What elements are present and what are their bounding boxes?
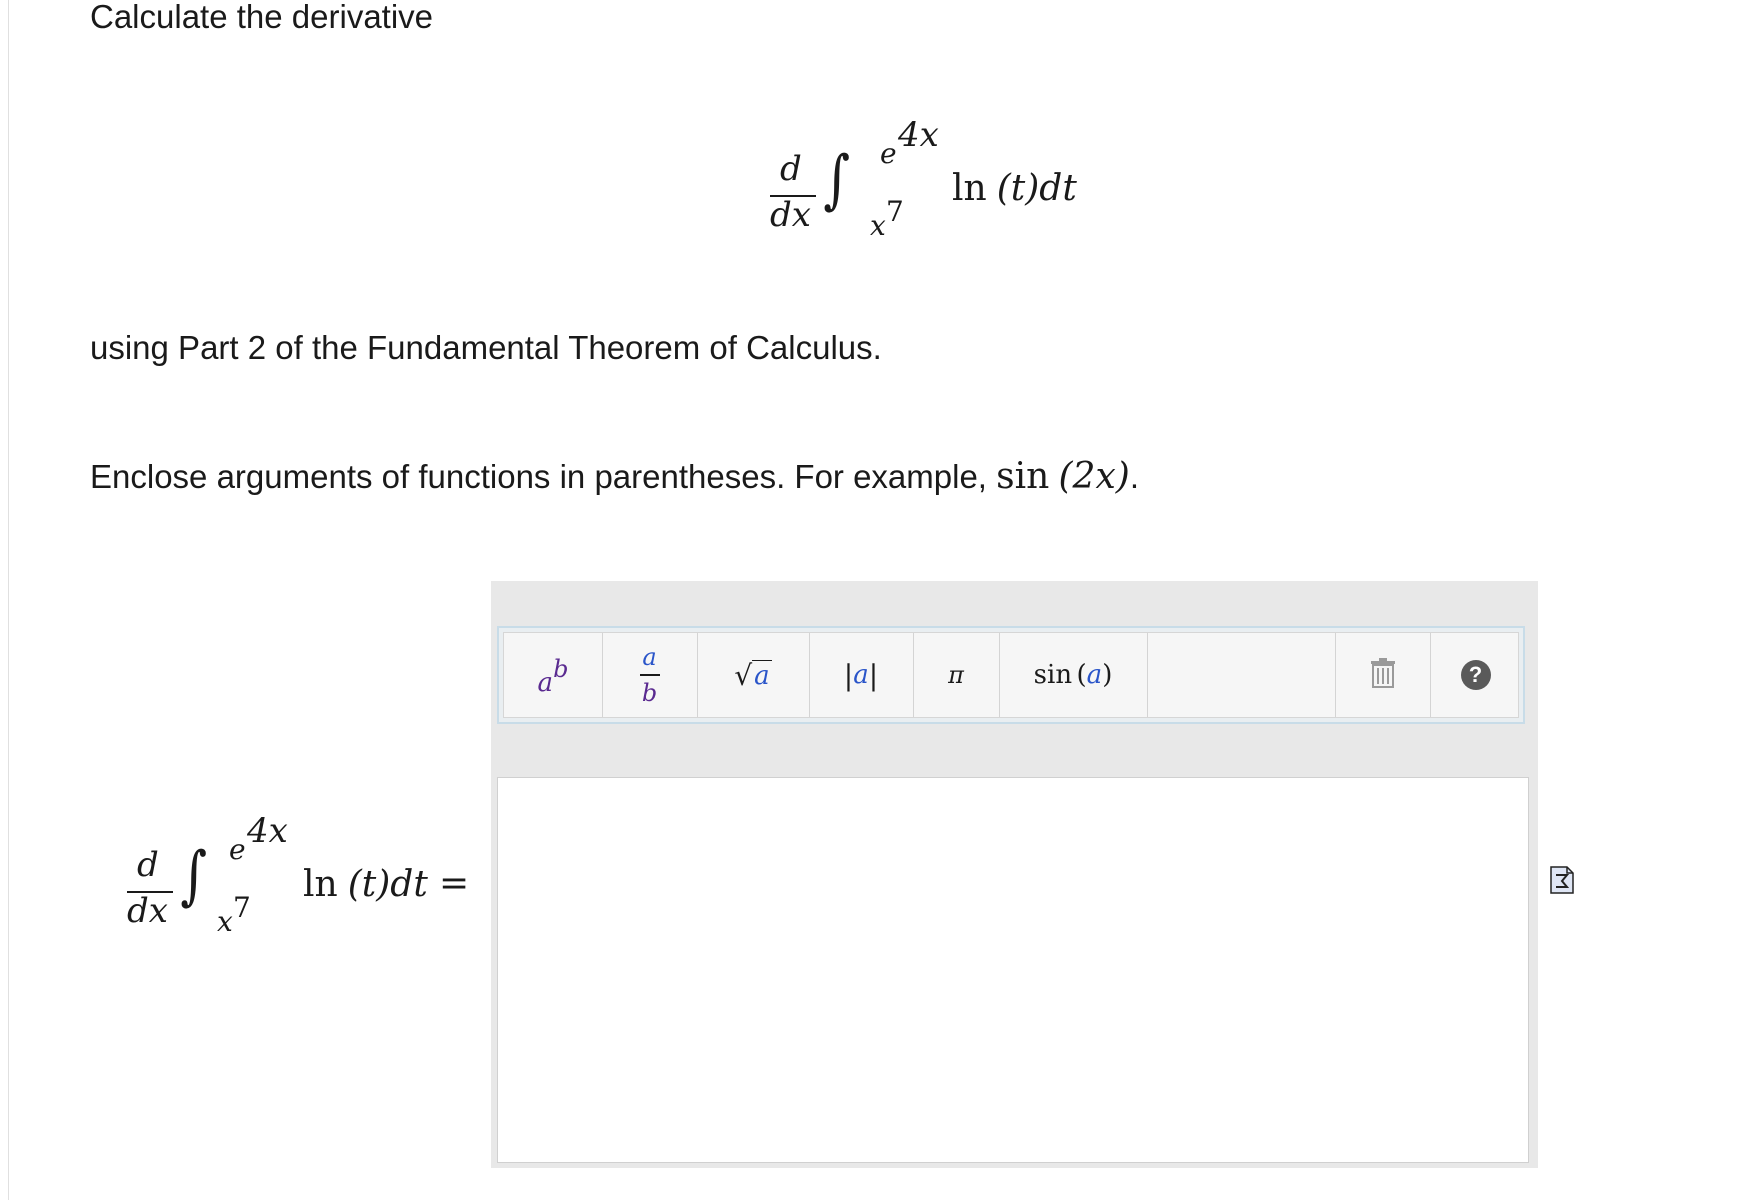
- math-toolbar: ab a b √ a | a | π sin (a) ?: [497, 626, 1525, 724]
- upper-limit-base: e: [229, 833, 246, 866]
- abs-left-bar: |: [843, 658, 854, 692]
- power-base: a: [537, 668, 554, 698]
- equals-sign: =: [439, 863, 470, 904]
- upper-limit-base: e: [880, 137, 897, 170]
- problem-instruction: using Part 2 of the Fundamental Theorem …: [90, 329, 882, 366]
- integrand: ln (t)dt: [303, 866, 428, 903]
- parentheses-note: Enclose arguments of functions in parent…: [90, 459, 1139, 495]
- lower-limit-base: x: [217, 905, 233, 938]
- integrand-argument: (t): [347, 864, 391, 905]
- note-example-fn: sin: [996, 456, 1050, 497]
- sine-button[interactable]: sin (a): [999, 633, 1148, 717]
- fraction-denominator: b: [641, 678, 658, 707]
- left-divider: [8, 0, 9, 1200]
- lower-limit-base: x: [870, 209, 886, 242]
- integrand-argument: (t): [996, 168, 1040, 209]
- equation-editor-icon[interactable]: [1550, 866, 1574, 894]
- help-button[interactable]: ?: [1429, 633, 1522, 717]
- answer-expression-label: d dx ∫ e 4x x 7 ln (t)dt =: [125, 808, 475, 948]
- upper-limit-exponent: 4x: [247, 811, 288, 851]
- abs-right-bar: |: [868, 658, 879, 692]
- differential: dt: [1039, 168, 1077, 209]
- d-denominator: dx: [770, 195, 811, 235]
- integral-sign: ∫: [180, 839, 208, 913]
- power-button[interactable]: ab: [504, 633, 603, 717]
- fraction-button[interactable]: a b: [602, 633, 698, 717]
- upper-limit-exponent: 4x: [898, 115, 939, 155]
- radical-icon: √: [734, 658, 753, 692]
- trash-icon: [1370, 657, 1396, 693]
- d-denominator: dx: [127, 891, 168, 931]
- note-example-arg: (2x): [1058, 456, 1130, 497]
- fraction-line: [639, 674, 660, 676]
- sin-label: sin: [1033, 660, 1073, 690]
- pi-button[interactable]: π: [913, 633, 1000, 717]
- clear-button[interactable]: [1335, 633, 1431, 717]
- differential: dt: [390, 864, 428, 905]
- sqrt-argument: a: [752, 659, 772, 691]
- integral-sign: ∫: [823, 143, 851, 217]
- problem-intro: Calculate the derivative: [90, 0, 434, 35]
- derivative-expression: d dx ∫ e 4x x 7 ln (t)dt: [770, 110, 1100, 250]
- help-icon: ?: [1460, 660, 1491, 690]
- d-numerator: d: [137, 845, 159, 885]
- fraction-numerator: a: [642, 643, 657, 672]
- d-numerator: d: [780, 149, 802, 189]
- fraction-template: a b: [639, 643, 660, 707]
- toolbar-spacer: [1147, 633, 1336, 717]
- math-toolbar-buttons: ab a b √ a | a | π sin (a) ?: [503, 632, 1519, 718]
- math-answer-editor: ab a b √ a | a | π sin (a) ?: [491, 581, 1538, 1168]
- sin-open-paren: (: [1076, 660, 1087, 690]
- ln-function: ln: [952, 168, 987, 209]
- absolute-value-button[interactable]: | a |: [809, 633, 914, 717]
- abs-argument: a: [853, 660, 869, 690]
- answer-input[interactable]: [497, 777, 1529, 1163]
- ln-function: ln: [303, 864, 338, 905]
- integrand: ln (t)dt: [952, 170, 1077, 207]
- power-exponent: b: [553, 655, 569, 683]
- note-prefix: Enclose arguments of functions in parent…: [90, 458, 997, 495]
- sin-close-paren: ): [1102, 660, 1113, 690]
- note-suffix: .: [1129, 458, 1139, 495]
- square-root-button[interactable]: √ a: [697, 633, 810, 717]
- sin-argument: a: [1086, 660, 1103, 690]
- lower-limit-exponent: 7: [233, 891, 251, 924]
- lower-limit-exponent: 7: [886, 195, 904, 228]
- pi-symbol: π: [948, 661, 964, 689]
